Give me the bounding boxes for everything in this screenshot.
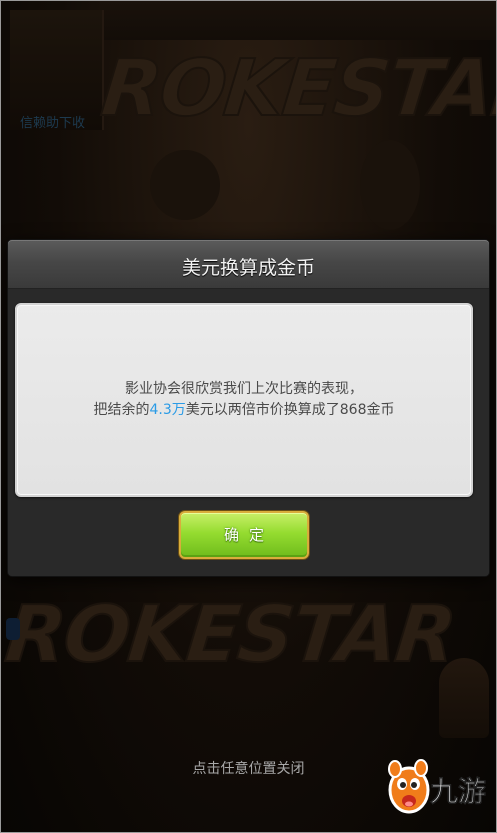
background-character [150,150,220,220]
background-character [360,140,420,230]
message-box: 影业协会很欣赏我们上次比赛的表现， 把结余的4.3万美元以两倍市价换算成了868… [15,303,473,497]
background-figure [439,658,489,738]
conversion-dialog: 美元换算成金币 影业协会很欣赏我们上次比赛的表现， 把结余的4.3万美元以两倍市… [8,240,489,576]
dialog-body: 影业协会很欣赏我们上次比赛的表现， 把结余的4.3万美元以两倍市价换算成了868… [8,289,489,576]
jiuyou-logo-icon: 九游 [388,759,486,814]
background-small-text: 信赖助下收 [20,116,86,131]
watermark-text: 九游 [430,775,486,808]
message-line-2: 把结余的4.3万美元以两倍市价换算成了868金币 [17,400,471,421]
background-logo-top: ROKESTAR [96,43,497,135]
background-logo-bottom: ROKESTAR [0,589,459,681]
message-suffix: 美元以两倍市价换算成了868金币 [185,402,395,418]
message-text: 影业协会很欣赏我们上次比赛的表现， 把结余的4.3万美元以两倍市价换算成了868… [17,379,471,421]
confirm-button-label: 确定 [223,526,274,544]
message-amount: 4.3万 [149,402,186,418]
background-blue-marker [6,618,20,640]
message-line-1: 影业协会很欣赏我们上次比赛的表现， [125,381,363,397]
message-prefix: 把结余的 [93,402,150,418]
background-top-banner [100,0,497,40]
dialog-title: 美元换算成金币 [181,257,315,279]
dialog-header: 美元换算成金币 [8,240,489,289]
confirm-button[interactable]: 确定 [179,511,309,559]
jiuyou-watermark-logo: 九游 [385,757,493,819]
